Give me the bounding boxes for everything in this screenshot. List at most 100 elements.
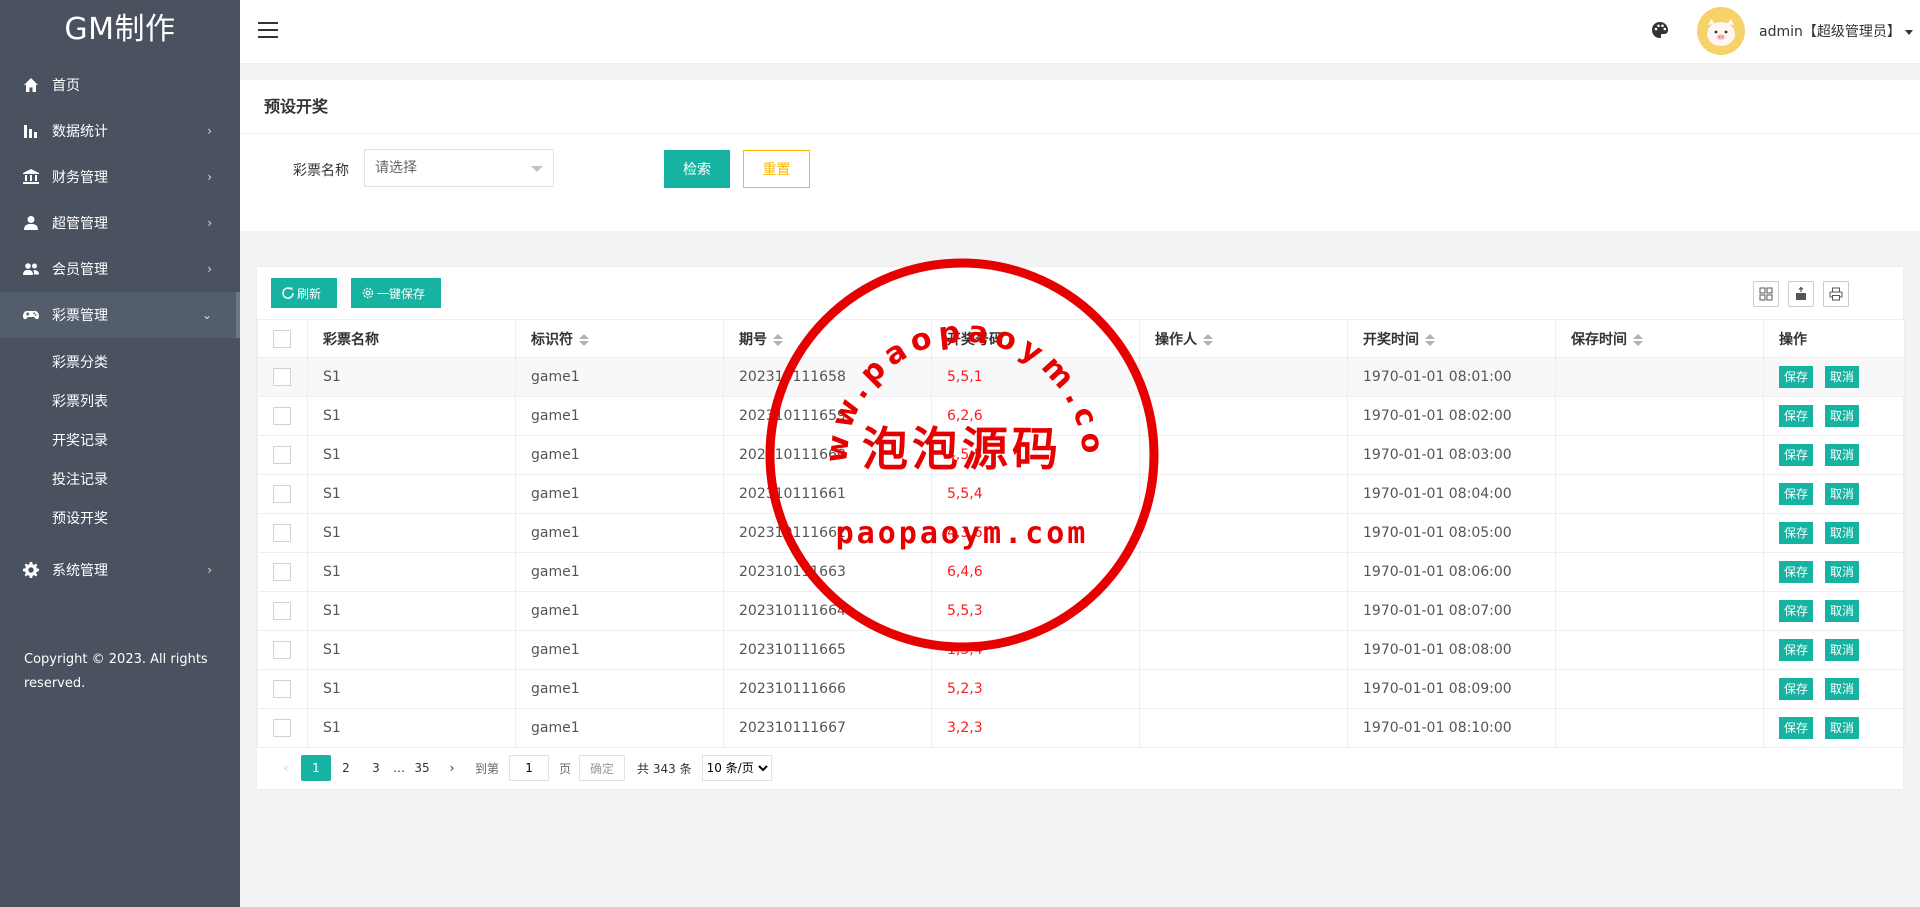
avatar[interactable] [1697, 7, 1745, 55]
page-last[interactable]: 35 [407, 755, 437, 781]
user-menu[interactable]: admin【超级管理员】 [1759, 21, 1913, 41]
nav-system[interactable]: 系统管理 › [0, 547, 240, 593]
sub-lottery-list[interactable]: 彩票列表 [0, 381, 240, 420]
sort-icon[interactable] [1203, 333, 1213, 346]
page-1[interactable]: 1 [301, 755, 331, 781]
lottery-name-select[interactable]: 请选择 [364, 149, 554, 187]
row-cancel-button[interactable]: 取消 [1825, 444, 1860, 466]
top-header: admin【超级管理员】 [240, 0, 1920, 64]
sub-bet-records[interactable]: 投注记录 [0, 459, 240, 498]
row-cancel-button[interactable]: 取消 [1825, 405, 1860, 427]
sort-icon[interactable] [773, 333, 783, 346]
cell-actions: 保存 取消 [1763, 630, 1905, 670]
row-cancel-button[interactable]: 取消 [1825, 366, 1860, 388]
cell-numbers[interactable]: 1,3,4 [931, 630, 1140, 670]
page-3[interactable]: 3 [361, 755, 391, 781]
row-checkbox[interactable] [273, 524, 291, 542]
row-checkbox[interactable] [273, 368, 291, 386]
lottery-name-label: 彩票名称 [293, 163, 349, 179]
row-save-button[interactable]: 保存 [1779, 561, 1814, 583]
cell-open-time: 1970-01-01 08:05:00 [1347, 513, 1556, 553]
row-cancel-button[interactable]: 取消 [1825, 678, 1860, 700]
row-cancel-button[interactable]: 取消 [1825, 561, 1860, 583]
cell-name: S1 [307, 552, 516, 592]
row-checkbox[interactable] [273, 485, 291, 503]
cell-numbers[interactable]: 6,2,6 [931, 396, 1140, 436]
col-operator[interactable]: 操作人 [1139, 319, 1348, 358]
search-button[interactable]: 检索 [664, 150, 730, 188]
nav-lottery[interactable]: 彩票管理 ⌄ [0, 292, 240, 338]
sort-icon[interactable] [1425, 333, 1435, 346]
sub-preset-draw[interactable]: 预设开奖 [0, 498, 240, 537]
nav-finance[interactable]: 财务管理 › [0, 154, 240, 200]
col-issue[interactable]: 期号 [723, 319, 932, 358]
app-logo[interactable]: GM制作 [0, 0, 240, 62]
row-checkbox[interactable] [273, 563, 291, 581]
refresh-button[interactable]: 刷新 [271, 278, 337, 308]
row-save-button[interactable]: 保存 [1779, 717, 1814, 739]
next-page-icon[interactable]: › [437, 755, 467, 781]
sub-draw-records[interactable]: 开奖记录 [0, 420, 240, 459]
row-checkbox[interactable] [273, 602, 291, 620]
nav-home[interactable]: 首页 [0, 62, 240, 108]
cell-numbers[interactable]: 5,5,3 [931, 591, 1140, 631]
cell-numbers[interactable]: 5,5,4 [931, 474, 1140, 514]
nav-data-stats[interactable]: 数据统计 › [0, 108, 240, 154]
col-save-time[interactable]: 保存时间 [1555, 319, 1764, 358]
row-cancel-button[interactable]: 取消 [1825, 483, 1860, 505]
row-checkbox[interactable] [273, 407, 291, 425]
table-panel: 刷新 一键保存 彩票名称 标识符 期号 开奖号码 操作人 开奖时间 保存时间 操… [256, 266, 1905, 790]
table-row: S1 game1 202310111658 5,5,1 1970-01-01 0… [257, 357, 1905, 397]
cell-numbers[interactable]: 4,5,5 [931, 435, 1140, 475]
row-cancel-button[interactable]: 取消 [1825, 639, 1860, 661]
palette-icon[interactable] [1650, 20, 1670, 40]
row-save-button[interactable]: 保存 [1779, 483, 1814, 505]
col-identifier[interactable]: 标识符 [515, 319, 724, 358]
page-size-select[interactable]: 10 条/页 [701, 755, 772, 781]
sort-icon[interactable] [1633, 333, 1643, 346]
select-all-checkbox[interactable] [273, 329, 291, 348]
pagination: ‹ 1 2 3 … 35 › 到第 页 确定 共 343 条 10 条/页 [257, 748, 1903, 788]
row-checkbox[interactable] [273, 680, 291, 698]
row-cancel-button[interactable]: 取消 [1825, 717, 1860, 739]
row-save-button[interactable]: 保存 [1779, 600, 1814, 622]
col-open-time[interactable]: 开奖时间 [1347, 319, 1556, 358]
row-cancel-button[interactable]: 取消 [1825, 600, 1860, 622]
nav-members[interactable]: 会员管理 › [0, 246, 240, 292]
row-save-button[interactable]: 保存 [1779, 366, 1814, 388]
row-save-button[interactable]: 保存 [1779, 405, 1814, 427]
sub-lottery-category[interactable]: 彩票分类 [0, 342, 240, 381]
cell-save-time [1555, 708, 1764, 748]
goto-page-input[interactable] [509, 755, 550, 781]
row-checkbox[interactable] [273, 446, 291, 464]
row-cancel-button[interactable]: 取消 [1825, 522, 1860, 544]
cell-numbers[interactable]: 3,2,3 [931, 708, 1140, 748]
table-row: S1 game1 202310111666 5,2,3 1970-01-01 0… [257, 669, 1905, 709]
goto-confirm-button[interactable]: 确定 [579, 755, 626, 781]
reset-button[interactable]: 重置 [743, 150, 810, 188]
cell-save-time [1555, 435, 1764, 475]
cell-actions: 保存 取消 [1763, 552, 1905, 592]
cell-code: game1 [515, 513, 724, 553]
row-save-button[interactable]: 保存 [1779, 678, 1814, 700]
page-2[interactable]: 2 [331, 755, 361, 781]
cell-numbers[interactable]: 4,3,6 [931, 513, 1140, 553]
cell-numbers[interactable]: 6,4,6 [931, 552, 1140, 592]
cell-actions: 保存 取消 [1763, 435, 1905, 475]
columns-filter-icon[interactable] [1753, 281, 1779, 307]
row-checkbox[interactable] [273, 719, 291, 737]
row-save-button[interactable]: 保存 [1779, 639, 1814, 661]
export-icon[interactable] [1788, 281, 1814, 307]
cell-numbers[interactable]: 5,2,3 [931, 669, 1140, 709]
nav-super-admin[interactable]: 超管管理 › [0, 200, 240, 246]
cell-operator [1139, 591, 1348, 631]
row-save-button[interactable]: 保存 [1779, 444, 1814, 466]
sort-icon[interactable] [579, 333, 589, 346]
print-icon[interactable] [1823, 281, 1849, 307]
row-checkbox[interactable] [273, 641, 291, 659]
menu-toggle-icon[interactable] [258, 22, 278, 38]
save-all-button[interactable]: 一键保存 [351, 278, 441, 308]
prev-page-icon[interactable]: ‹ [271, 755, 301, 781]
row-save-button[interactable]: 保存 [1779, 522, 1814, 544]
cell-numbers[interactable]: 5,5,1 [931, 357, 1140, 397]
